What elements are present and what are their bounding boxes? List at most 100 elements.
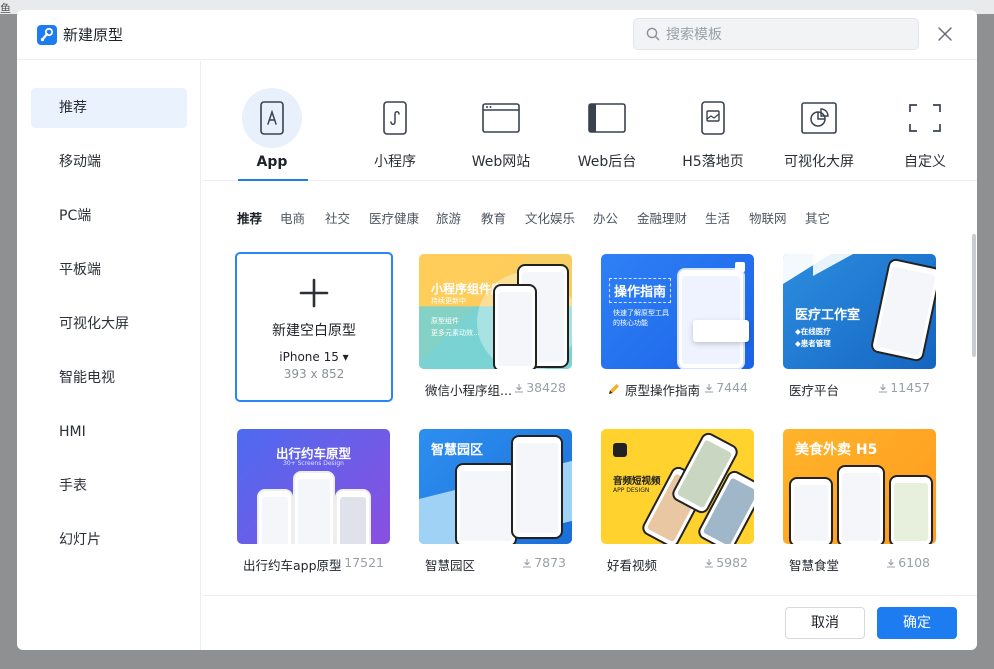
tag-office[interactable]: 办公 [593, 209, 618, 229]
tab-web-admin[interactable]: Web后台 [562, 88, 652, 172]
close-icon[interactable] [935, 24, 955, 44]
thumb-line: ◆在线医疗 [795, 327, 831, 336]
cancel-button[interactable]: 取消 [785, 607, 865, 639]
template-name: 原型操作指南 [625, 383, 701, 398]
category-tabs: App 小程序 Web网站 Web后台 H5落地页 可视化大屏 自定义 [202, 61, 977, 181]
sidebar-item-tablet[interactable]: 平板端 [31, 250, 187, 290]
sidebar-item-slides[interactable]: 幻灯片 [31, 520, 187, 560]
template-meta: 智慧园区 7873 [419, 555, 572, 577]
tag-travel[interactable]: 旅游 [436, 209, 461, 229]
tab-mini-program-label: 小程序 [374, 154, 416, 170]
search-input[interactable] [666, 25, 906, 45]
plus-icon [299, 278, 329, 308]
tag-recommend[interactable]: 推荐 [237, 209, 262, 229]
download-count-value: 7444 [716, 380, 748, 395]
sidebar-item-recommend[interactable]: 推荐 [31, 88, 187, 128]
thumb-title: 智慧园区 [431, 443, 484, 458]
sidebar-item-dashboard[interactable]: 可视化大屏 [31, 304, 187, 344]
tag-social[interactable]: 社交 [325, 209, 350, 229]
template-name: 微信小程序组... [425, 383, 512, 398]
download-count: 7873 [522, 555, 566, 570]
phone-mockup [293, 471, 335, 544]
thumb-subtitle: 持续更新中 [431, 297, 466, 305]
template-card-smart-canteen[interactable]: 美食外卖 H5 智慧食堂 6108 [783, 429, 936, 577]
device-selector[interactable]: iPhone 15 ▾ [237, 350, 391, 364]
thumb-title: 音频短视频 [613, 476, 661, 487]
new-blank-prototype-card[interactable]: 新建空白原型 iPhone 15 ▾ 393 x 852 [235, 252, 393, 402]
tab-custom[interactable]: 自定义 [880, 88, 970, 172]
download-count: 6108 [886, 555, 930, 570]
template-card-smart-park[interactable]: 智慧园区 智慧园区 7873 [419, 429, 572, 577]
download-count-value: 6108 [898, 555, 930, 570]
template-thumbnail: 出行约车原型 30+ Screens Design [237, 429, 390, 544]
tag-entertainment[interactable]: 文化娱乐 [525, 209, 575, 229]
phone-mockup [789, 477, 833, 544]
thumb-line: 原型组件 [431, 317, 459, 325]
download-icon [705, 559, 714, 568]
template-name: 智慧园区 [425, 558, 476, 573]
download-icon [523, 559, 532, 568]
phone-mockup [493, 284, 537, 369]
custom-frame-icon [895, 88, 955, 148]
download-icon [515, 384, 524, 393]
blank-card-title: 新建空白原型 [272, 323, 356, 339]
mini-program-icon [365, 88, 425, 148]
template-meta: 智慧食堂 6108 [783, 555, 936, 577]
pencil-icon [607, 382, 621, 396]
template-search[interactable] [633, 18, 919, 50]
sidebar-item-watch[interactable]: 手表 [31, 466, 187, 506]
template-thumbnail: 小程序组件库 持续更新中 原型组件 更多元素动效... [419, 254, 572, 369]
template-meta: 出行约车app原型 17521 [237, 555, 390, 577]
template-card-ride-hailing[interactable]: 出行约车原型 30+ Screens Design 出行约车app原型 1752… [237, 429, 390, 577]
dashboard-chart-icon [789, 88, 849, 148]
template-card-haokan-video[interactable]: 音频短视频 APP DESIGN 好看视频 5982 [601, 429, 754, 577]
download-count-value: 17521 [344, 555, 384, 570]
template-name: 智慧食堂 [789, 558, 840, 573]
dialog-footer: 取消 确定 [202, 595, 977, 650]
tag-healthcare[interactable]: 医疗健康 [369, 209, 419, 229]
template-card-medical-platform[interactable]: 医疗工作室 ◆在线医疗 ◆患者管理 医疗平台 11457 [783, 254, 936, 402]
download-icon [879, 384, 888, 393]
scrollbar[interactable] [972, 234, 976, 357]
tab-app[interactable]: App [242, 88, 302, 172]
download-count: 5982 [704, 555, 748, 570]
tag-education[interactable]: 教育 [481, 209, 506, 229]
tab-app-label: App [256, 154, 288, 170]
tab-web-site[interactable]: Web网站 [456, 88, 546, 172]
download-icon [705, 384, 714, 393]
app-logo-icon [37, 25, 57, 45]
confirm-button[interactable]: 确定 [877, 607, 957, 639]
tab-dashboard[interactable]: 可视化大屏 [774, 88, 864, 172]
template-card-wechat-components[interactable]: 小程序组件库 持续更新中 原型组件 更多元素动效... 微信小程序组... 38… [419, 254, 572, 402]
phone-mockup [511, 435, 563, 539]
download-count-value: 7873 [534, 555, 566, 570]
template-name: 医疗平台 [789, 383, 840, 398]
tag-iot[interactable]: 物联网 [749, 209, 787, 229]
active-tab-indicator [238, 179, 308, 181]
template-thumbnail: 智慧园区 [419, 429, 572, 544]
phone-mockup [889, 475, 933, 544]
sidebar-item-hmi[interactable]: HMI [31, 412, 187, 452]
dialog-title: 新建原型 [63, 26, 124, 44]
phone-mockup [837, 465, 885, 544]
tab-h5-page-label: H5落地页 [682, 154, 744, 170]
tab-dashboard-label: 可视化大屏 [784, 154, 854, 170]
tag-other[interactable]: 其它 [805, 209, 830, 229]
sidebar-item-mobile[interactable]: 移动端 [31, 142, 187, 182]
tab-mini-program[interactable]: 小程序 [350, 88, 440, 172]
template-card-operation-guide[interactable]: 操作指南 快速了解原型工具的核心功能 原型操作指南 7444 [601, 254, 754, 402]
template-meta: 医疗平台 11457 [783, 380, 936, 402]
download-icon [887, 559, 896, 568]
tag-life[interactable]: 生活 [705, 209, 730, 229]
tag-finance[interactable]: 金融理财 [637, 209, 687, 229]
dialog-header: 新建原型 [17, 10, 977, 60]
sidebar-item-smart-tv[interactable]: 智能电视 [31, 358, 187, 398]
tab-h5-page[interactable]: H5落地页 [668, 88, 758, 172]
sidebar-item-pc[interactable]: PC端 [31, 196, 187, 236]
download-count-value: 11457 [890, 380, 930, 395]
phone-mockup [257, 489, 293, 544]
template-thumbnail: 音频短视频 APP DESIGN [601, 429, 754, 544]
h5-page-icon [683, 88, 743, 148]
tab-web-admin-label: Web后台 [577, 154, 637, 170]
tag-ecommerce[interactable]: 电商 [280, 209, 305, 229]
